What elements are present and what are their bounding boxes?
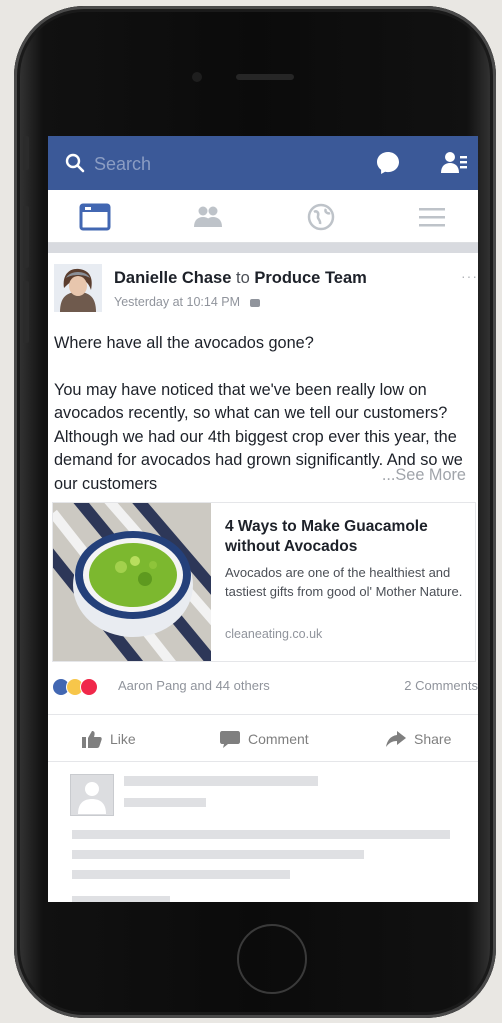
- comments-count[interactable]: 2 Comments: [404, 678, 478, 693]
- earpiece-speaker: [236, 74, 294, 80]
- author-name[interactable]: Danielle Chase: [114, 269, 231, 287]
- feed-divider: [48, 243, 478, 253]
- volume-up-button: [23, 206, 29, 268]
- see-more-link[interactable]: ...See More: [381, 466, 466, 485]
- friend-requests-icon[interactable]: [440, 150, 468, 176]
- love-reaction-icon: [80, 678, 98, 696]
- more-options-icon[interactable]: ···: [461, 268, 478, 284]
- avatar[interactable]: [54, 264, 102, 312]
- link-preview-card[interactable]: 4 Ways to Make Guacamole without Avocado…: [52, 502, 476, 662]
- groups-icon[interactable]: [191, 200, 225, 234]
- mute-switch: [23, 136, 29, 170]
- placeholder-line: [72, 830, 450, 839]
- post-header: Danielle Chase to Produce Team Yesterday…: [48, 256, 478, 316]
- share-label: Share: [414, 731, 452, 747]
- link-description: Avocados are one of the healthiest and t…: [225, 565, 463, 599]
- post-author-line: Danielle Chase to Produce Team: [114, 269, 367, 288]
- avatar-placeholder: [69, 773, 115, 817]
- search-icon: [65, 153, 85, 173]
- comment-label: Comment: [248, 731, 309, 747]
- front-camera: [192, 72, 202, 82]
- like-button[interactable]: Like: [82, 728, 136, 750]
- link-thumbnail: [53, 503, 211, 661]
- menu-icon[interactable]: [415, 200, 449, 234]
- share-icon: [386, 731, 406, 747]
- share-button[interactable]: Share: [386, 728, 451, 750]
- news-feed-icon[interactable]: [78, 200, 112, 234]
- volume-down-button: [23, 281, 29, 343]
- reactions-summary[interactable]: Aaron Pang and 44 others 2 Comments: [52, 676, 478, 700]
- link-domain: cleaneating.co.uk: [225, 627, 323, 641]
- placeholder-line: [72, 870, 290, 879]
- placeholder-line: [124, 776, 318, 786]
- navigation-tab-bar: [48, 190, 478, 243]
- placeholder-line: [72, 896, 170, 902]
- home-button[interactable]: [237, 924, 307, 994]
- placeholder-line: [124, 798, 206, 807]
- post-timestamp: Yesterday at 10:14 PM: [114, 295, 260, 309]
- post-headline: Where have all the avocados gone?: [54, 334, 314, 352]
- placeholder-line: [72, 850, 364, 859]
- like-label: Like: [110, 731, 136, 747]
- author-connector: to: [235, 269, 250, 287]
- reaction-names[interactable]: Aaron Pang and 44 others: [118, 678, 270, 693]
- comment-icon: [220, 731, 240, 748]
- top-bar: [48, 136, 478, 190]
- comment-button[interactable]: Comment: [220, 728, 309, 750]
- phone-screen: Danielle Chase to Produce Team Yesterday…: [48, 136, 478, 902]
- thumbs-up-icon: [82, 731, 102, 748]
- link-title[interactable]: 4 Ways to Make Guacamole without Avocado…: [225, 517, 473, 557]
- group-name[interactable]: Produce Team: [254, 269, 366, 287]
- timestamp-text[interactable]: Yesterday at 10:14 PM: [114, 295, 240, 309]
- search-input[interactable]: [92, 150, 296, 178]
- privacy-icon: [249, 298, 260, 307]
- messenger-icon[interactable]: [375, 150, 401, 176]
- post-actions: Like Comment Share: [48, 714, 478, 762]
- globe-icon[interactable]: [304, 200, 338, 234]
